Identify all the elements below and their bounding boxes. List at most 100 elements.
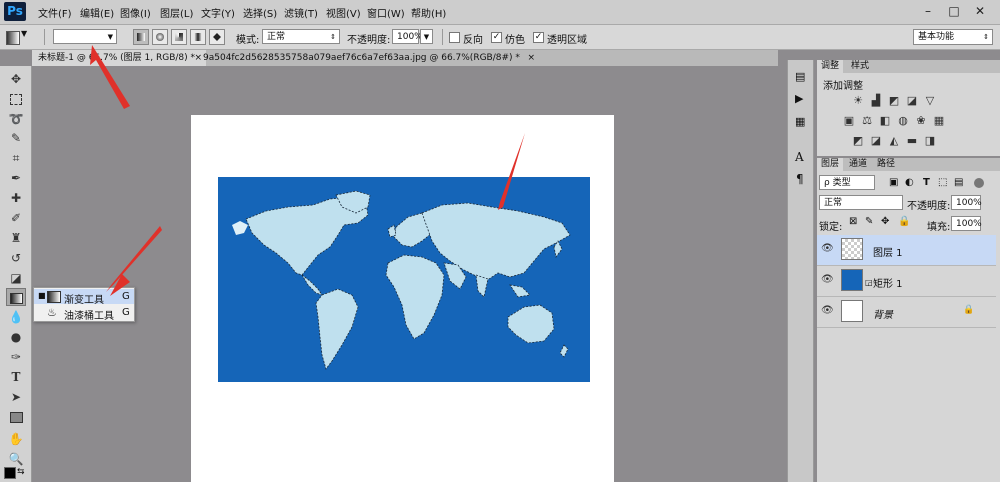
color-lookup-icon[interactable]: ▦ [933, 115, 945, 127]
menu-layer[interactable]: 图层(L) [160, 5, 193, 20]
layer-row[interactable]: 👁 图层 1 [817, 235, 996, 266]
levels-icon[interactable]: ▟ [870, 95, 882, 107]
lock-pixels-icon[interactable]: ✎ [865, 216, 873, 227]
filter-toggle[interactable] [974, 178, 984, 188]
filter-pixel-icon[interactable]: ▣ [889, 177, 898, 188]
reverse-checkbox[interactable] [449, 32, 460, 43]
marquee-tool-icon[interactable] [6, 90, 26, 108]
filter-smart-icon[interactable]: ▤ [954, 177, 963, 188]
diamond-gradient-button[interactable] [209, 29, 225, 45]
eraser-tool-icon[interactable]: ◪ [6, 269, 26, 287]
hand-tool-icon[interactable]: ✋ [6, 430, 26, 448]
history-panel-icon[interactable]: ▤ [795, 70, 805, 83]
radial-gradient-button[interactable] [152, 29, 168, 45]
menu-edit[interactable]: 编辑(E) [80, 5, 114, 20]
gradient-tool-icon[interactable] [6, 288, 26, 306]
menu-view[interactable]: 视图(V) [326, 5, 361, 20]
blend-mode-select[interactable]: 正常 ⇕ [262, 29, 340, 44]
menu-filter[interactable]: 滤镜(T) [284, 5, 318, 20]
workspace-select[interactable]: 基本功能 ⇕ [913, 29, 993, 45]
world-map-rectangle[interactable] [218, 177, 590, 382]
filter-shape-icon[interactable]: ⬚ [938, 177, 947, 188]
zoom-tool-icon[interactable]: 🔍 [6, 450, 26, 468]
paragraph-panel-icon[interactable]: ¶ [796, 172, 804, 186]
blur-tool-icon[interactable]: 💧 [6, 308, 26, 326]
clone-stamp-tool-icon[interactable]: ♜ [6, 229, 26, 247]
channel-mixer-icon[interactable]: ❀ [915, 115, 927, 127]
lasso-tool-icon[interactable]: ➰ [6, 110, 26, 128]
visibility-eye-icon[interactable]: 👁 [821, 305, 834, 316]
menu-window[interactable]: 窗口(W) [367, 5, 405, 20]
curves-icon[interactable]: ◩ [888, 95, 900, 107]
history-brush-tool-icon[interactable]: ↺ [6, 249, 26, 267]
tab-untitled-1[interactable]: 未标题-1 @ 66.7% (图层 1, RGB/8) * × [32, 50, 206, 66]
close-window-button[interactable]: ✕ [970, 2, 990, 20]
character-panel-icon[interactable]: A [795, 150, 804, 164]
photo-filter-icon[interactable]: ◍ [897, 115, 909, 127]
foreground-color-swatch[interactable] [4, 467, 16, 479]
swap-colors-icon[interactable]: ⇆ [17, 467, 25, 477]
filter-type-icon[interactable]: T [923, 177, 930, 188]
actions-play-icon[interactable]: ▶ [795, 92, 803, 105]
pen-tool-icon[interactable]: ✑ [6, 348, 26, 366]
path-selection-tool-icon[interactable]: ➤ [6, 388, 26, 406]
maximize-button[interactable]: □ [944, 2, 964, 20]
tool-preset-picker[interactable]: ▼ [6, 29, 36, 45]
menu-help[interactable]: 帮助(H) [411, 5, 446, 20]
brush-tool-icon[interactable]: ✐ [6, 209, 26, 227]
layer-row[interactable]: 👁 ◲ 矩形 1 [817, 266, 996, 297]
quick-selection-tool-icon[interactable]: ✎ [6, 129, 26, 147]
brightness-icon[interactable]: ☀ [852, 95, 864, 107]
posterize-icon[interactable]: ◪ [870, 135, 882, 147]
crop-tool-icon[interactable]: ⌗ [6, 149, 26, 167]
lock-position-icon[interactable]: ✥ [881, 216, 889, 227]
healing-brush-tool-icon[interactable]: ✚ [6, 189, 26, 207]
type-tool-icon[interactable]: T [6, 368, 26, 386]
tab-styles[interactable]: 样式 [847, 60, 873, 73]
linear-gradient-button[interactable] [133, 29, 149, 45]
eyedropper-tool-icon[interactable]: ✒ [6, 169, 26, 187]
gradient-map-icon[interactable]: ▬ [906, 135, 918, 147]
dither-checkbox[interactable]: ✓ [491, 32, 502, 43]
tab-jpg-document[interactable]: 9a504fc2d5628535758a079aef76c6a7ef63aa.j… [197, 50, 539, 66]
layer-row[interactable]: 👁 背景 🔒 [817, 297, 996, 328]
black-white-icon[interactable]: ◧ [879, 115, 891, 127]
layer-opacity-input[interactable]: 100% [951, 195, 982, 210]
transparency-checkbox[interactable]: ✓ [533, 32, 544, 43]
selective-color-icon[interactable]: ◨ [924, 135, 936, 147]
exposure-icon[interactable]: ◪ [906, 95, 918, 107]
vibrance-icon[interactable]: ▽ [924, 95, 936, 107]
opacity-input[interactable]: 100% [392, 29, 423, 44]
tab-layers[interactable]: 图层 [817, 158, 844, 171]
filter-adjustment-icon[interactable]: ◐ [905, 177, 914, 188]
tab-adjustments[interactable]: 调整 [817, 60, 844, 73]
dodge-tool-icon[interactable]: ● [6, 328, 26, 346]
layer-blend-mode-select[interactable]: 正常 [819, 195, 903, 210]
flyout-item-gradient[interactable]: ■ 渐变工具 G [34, 289, 134, 306]
gradient-picker[interactable]: ▼ [53, 29, 117, 44]
angle-gradient-button[interactable] [171, 29, 187, 45]
close-icon[interactable]: × [527, 50, 535, 66]
fill-input[interactable]: 100% [951, 216, 982, 231]
menu-file[interactable]: 文件(F) [38, 5, 72, 20]
minimize-button[interactable]: – [918, 2, 938, 20]
lock-all-icon[interactable]: 🔒 [898, 216, 910, 227]
color-balance-icon[interactable]: ⚖ [861, 115, 873, 127]
menu-select[interactable]: 选择(S) [243, 5, 277, 20]
invert-icon[interactable]: ◩ [852, 135, 864, 147]
opacity-dropdown[interactable]: ▼ [420, 29, 433, 44]
menu-image[interactable]: 图像(I) [120, 5, 151, 20]
layer-filter-select[interactable]: ρ 类型 [819, 175, 875, 190]
visibility-eye-icon[interactable]: 👁 [821, 274, 834, 285]
brush-presets-icon[interactable]: ▦ [795, 115, 805, 128]
hue-saturation-icon[interactable]: ▣ [843, 115, 855, 127]
tab-channels[interactable]: 通道 [845, 158, 871, 171]
flyout-item-paint-bucket[interactable]: ♨ 油漆桶工具 G [34, 305, 134, 322]
tab-paths[interactable]: 路径 [873, 158, 899, 171]
lock-transparent-icon[interactable]: ⊠ [849, 216, 857, 227]
menu-type[interactable]: 文字(Y) [201, 5, 235, 20]
move-tool-icon[interactable]: ✥ [6, 70, 26, 88]
visibility-eye-icon[interactable]: 👁 [821, 243, 834, 254]
reflected-gradient-button[interactable] [190, 29, 206, 45]
threshold-icon[interactable]: ◭ [888, 135, 900, 147]
